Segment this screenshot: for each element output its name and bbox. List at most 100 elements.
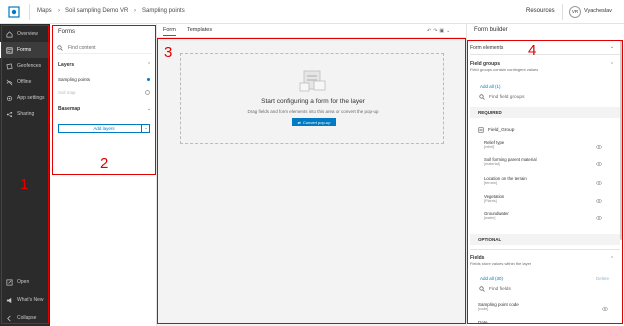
group-field-row[interactable]: Soil forming parent material [material] bbox=[484, 157, 604, 166]
nav-item-overview[interactable]: Overview bbox=[0, 26, 50, 42]
convert-icon: ⇄ bbox=[297, 119, 301, 125]
megaphone-icon bbox=[6, 297, 12, 303]
collapse-icon bbox=[7, 315, 11, 321]
canvas-title: Start configuring a form for the layer bbox=[261, 98, 365, 105]
nav-item-sharing[interactable]: Sharing bbox=[0, 106, 50, 122]
layer-label: Sampling points bbox=[58, 76, 91, 82]
offline-icon bbox=[6, 79, 13, 85]
tabs-bar: Form Templates bbox=[157, 24, 466, 38]
tab-form[interactable]: Form bbox=[163, 27, 176, 36]
eye-icon[interactable] bbox=[596, 216, 602, 220]
field-group-icon bbox=[478, 127, 484, 133]
layers-heading[interactable]: Layers bbox=[58, 62, 74, 68]
share-icon bbox=[6, 111, 13, 117]
eye-icon[interactable] bbox=[602, 307, 608, 311]
nav-item-whats-new[interactable]: What's New bbox=[0, 292, 50, 308]
builder-title: Form builder bbox=[474, 27, 508, 33]
forms-panel: Forms Find content Layers Sampling point… bbox=[52, 24, 157, 326]
fields-subtitle: Fields store values within the layer bbox=[470, 261, 532, 266]
eye-icon[interactable] bbox=[596, 181, 602, 185]
field-group-item[interactable]: Field_Group bbox=[478, 125, 618, 135]
avatar[interactable]: VR bbox=[569, 6, 581, 18]
search-placeholder: Find content bbox=[68, 44, 96, 51]
search-placeholder: Find field groups bbox=[489, 94, 525, 100]
geofence-icon bbox=[6, 62, 13, 70]
field-groups-subtitle: Field groups contain contingent values bbox=[470, 67, 539, 72]
eye-icon[interactable] bbox=[596, 199, 602, 203]
breadcrumb-map[interactable]: Soil sampling Demo VR bbox=[65, 8, 128, 14]
chevron-down-icon[interactable]: ⌄ bbox=[141, 124, 150, 133]
form-placeholder-icon bbox=[299, 70, 326, 92]
layer-item-sampling-points[interactable]: Sampling points bbox=[58, 74, 150, 84]
chevron-up-icon[interactable]: ⌃ bbox=[147, 62, 151, 68]
add-all-groups-link[interactable]: Add all (1) bbox=[480, 84, 501, 89]
builder-scrollbar[interactable] bbox=[620, 40, 623, 240]
nav-label: What's New bbox=[17, 297, 44, 303]
user-name[interactable]: Vyacheslav bbox=[584, 8, 612, 14]
annotation-label-2: 2 bbox=[100, 155, 109, 172]
nav-item-open[interactable]: Open bbox=[0, 274, 50, 290]
layer-label: Soil map bbox=[58, 89, 76, 95]
chevron-right-icon: › bbox=[58, 8, 60, 14]
form-icon bbox=[6, 47, 13, 53]
fields-search-input[interactable]: Find fields bbox=[479, 284, 619, 294]
nav-item-geofences[interactable]: Geofences bbox=[0, 58, 50, 74]
field-list-item[interactable]: Date bbox=[478, 320, 598, 326]
field-groups-search-input[interactable]: Find field groups bbox=[479, 92, 619, 102]
add-all-fields-link[interactable]: Add all (30) bbox=[480, 276, 503, 281]
nav-item-app-settings[interactable]: App settings bbox=[0, 90, 50, 106]
resources-link[interactable]: Resources bbox=[526, 8, 555, 14]
group-field-row[interactable]: Vegetation [Plants] bbox=[484, 194, 604, 203]
canvas-toolbar: ↶↷▣⌄ bbox=[427, 28, 452, 34]
canvas-subtitle: Drag fields and form elements into this … bbox=[247, 109, 379, 114]
search-icon bbox=[57, 44, 63, 51]
left-nav: Overview Forms Geofences Offline App set… bbox=[0, 24, 50, 326]
eye-icon[interactable] bbox=[596, 162, 602, 166]
nav-label: Geofences bbox=[17, 63, 42, 69]
annotation-label-1: 1 bbox=[20, 176, 29, 193]
convert-popup-button[interactable]: ⇄ Convert pop-up bbox=[292, 118, 336, 126]
group-field-row[interactable]: Groundwater [water] bbox=[484, 211, 604, 220]
chevron-up-icon[interactable]: ⌃ bbox=[610, 256, 614, 262]
nav-item-collapse[interactable]: Collapse bbox=[0, 310, 50, 326]
field-label: Date bbox=[478, 320, 488, 325]
annotation-label-3: 3 bbox=[164, 44, 173, 61]
chevron-down-icon[interactable]: ⌄ bbox=[446, 28, 452, 34]
field-name: [Plants] bbox=[484, 199, 497, 203]
chevron-down-icon[interactable]: ⌄ bbox=[147, 106, 151, 112]
top-bar: Maps › Soil sampling Demo VR › Sampling … bbox=[0, 0, 624, 24]
app-logo-icon[interactable] bbox=[8, 6, 20, 18]
eye-icon[interactable] bbox=[596, 145, 602, 149]
chevron-down-icon[interactable]: ⌄ bbox=[610, 44, 614, 50]
form-drop-zone[interactable]: Start configuring a form for the layer D… bbox=[180, 53, 444, 144]
nav-item-forms[interactable]: Forms bbox=[0, 42, 50, 58]
field-name: [code] bbox=[478, 307, 489, 311]
basemap-heading[interactable]: Basemap bbox=[58, 106, 80, 112]
nav-label: Overview bbox=[17, 31, 38, 37]
delete-link[interactable]: Delete bbox=[596, 276, 609, 281]
tab-templates[interactable]: Templates bbox=[187, 27, 212, 33]
form-elements-label: Form elements bbox=[470, 45, 504, 51]
breadcrumb-layer: Sampling points bbox=[142, 8, 185, 14]
field-name: [terrain] bbox=[484, 181, 497, 185]
group-name: Field_Group bbox=[488, 127, 515, 133]
field-groups-section: Field groups Field groups contain contin… bbox=[470, 61, 620, 72]
field-name: [relief] bbox=[484, 145, 495, 149]
active-dot-icon bbox=[147, 77, 150, 81]
optional-band: OPTIONAL bbox=[470, 234, 620, 245]
layer-item-soil-map[interactable]: Soil map bbox=[58, 87, 150, 97]
field-list-item[interactable]: Sampling point code [code] bbox=[478, 302, 598, 311]
nav-item-offline[interactable]: Offline bbox=[0, 74, 50, 90]
divider bbox=[470, 54, 620, 55]
form-elements-section[interactable]: Form elements bbox=[470, 45, 620, 51]
disabled-icon bbox=[145, 89, 150, 95]
breadcrumb-maps[interactable]: Maps bbox=[37, 8, 52, 14]
nav-label: Collapse bbox=[17, 315, 37, 321]
chevron-up-icon[interactable]: ⌃ bbox=[610, 62, 614, 68]
group-field-row[interactable]: Location on the terrain [terrain] bbox=[484, 176, 604, 185]
group-field-row[interactable]: Relief type [relief] bbox=[484, 140, 604, 149]
chevron-right-icon: › bbox=[134, 8, 136, 14]
content-search-input[interactable]: Find content bbox=[57, 42, 152, 54]
add-layers-button[interactable]: Add layers bbox=[58, 124, 150, 133]
nav-label: Open bbox=[17, 279, 30, 285]
